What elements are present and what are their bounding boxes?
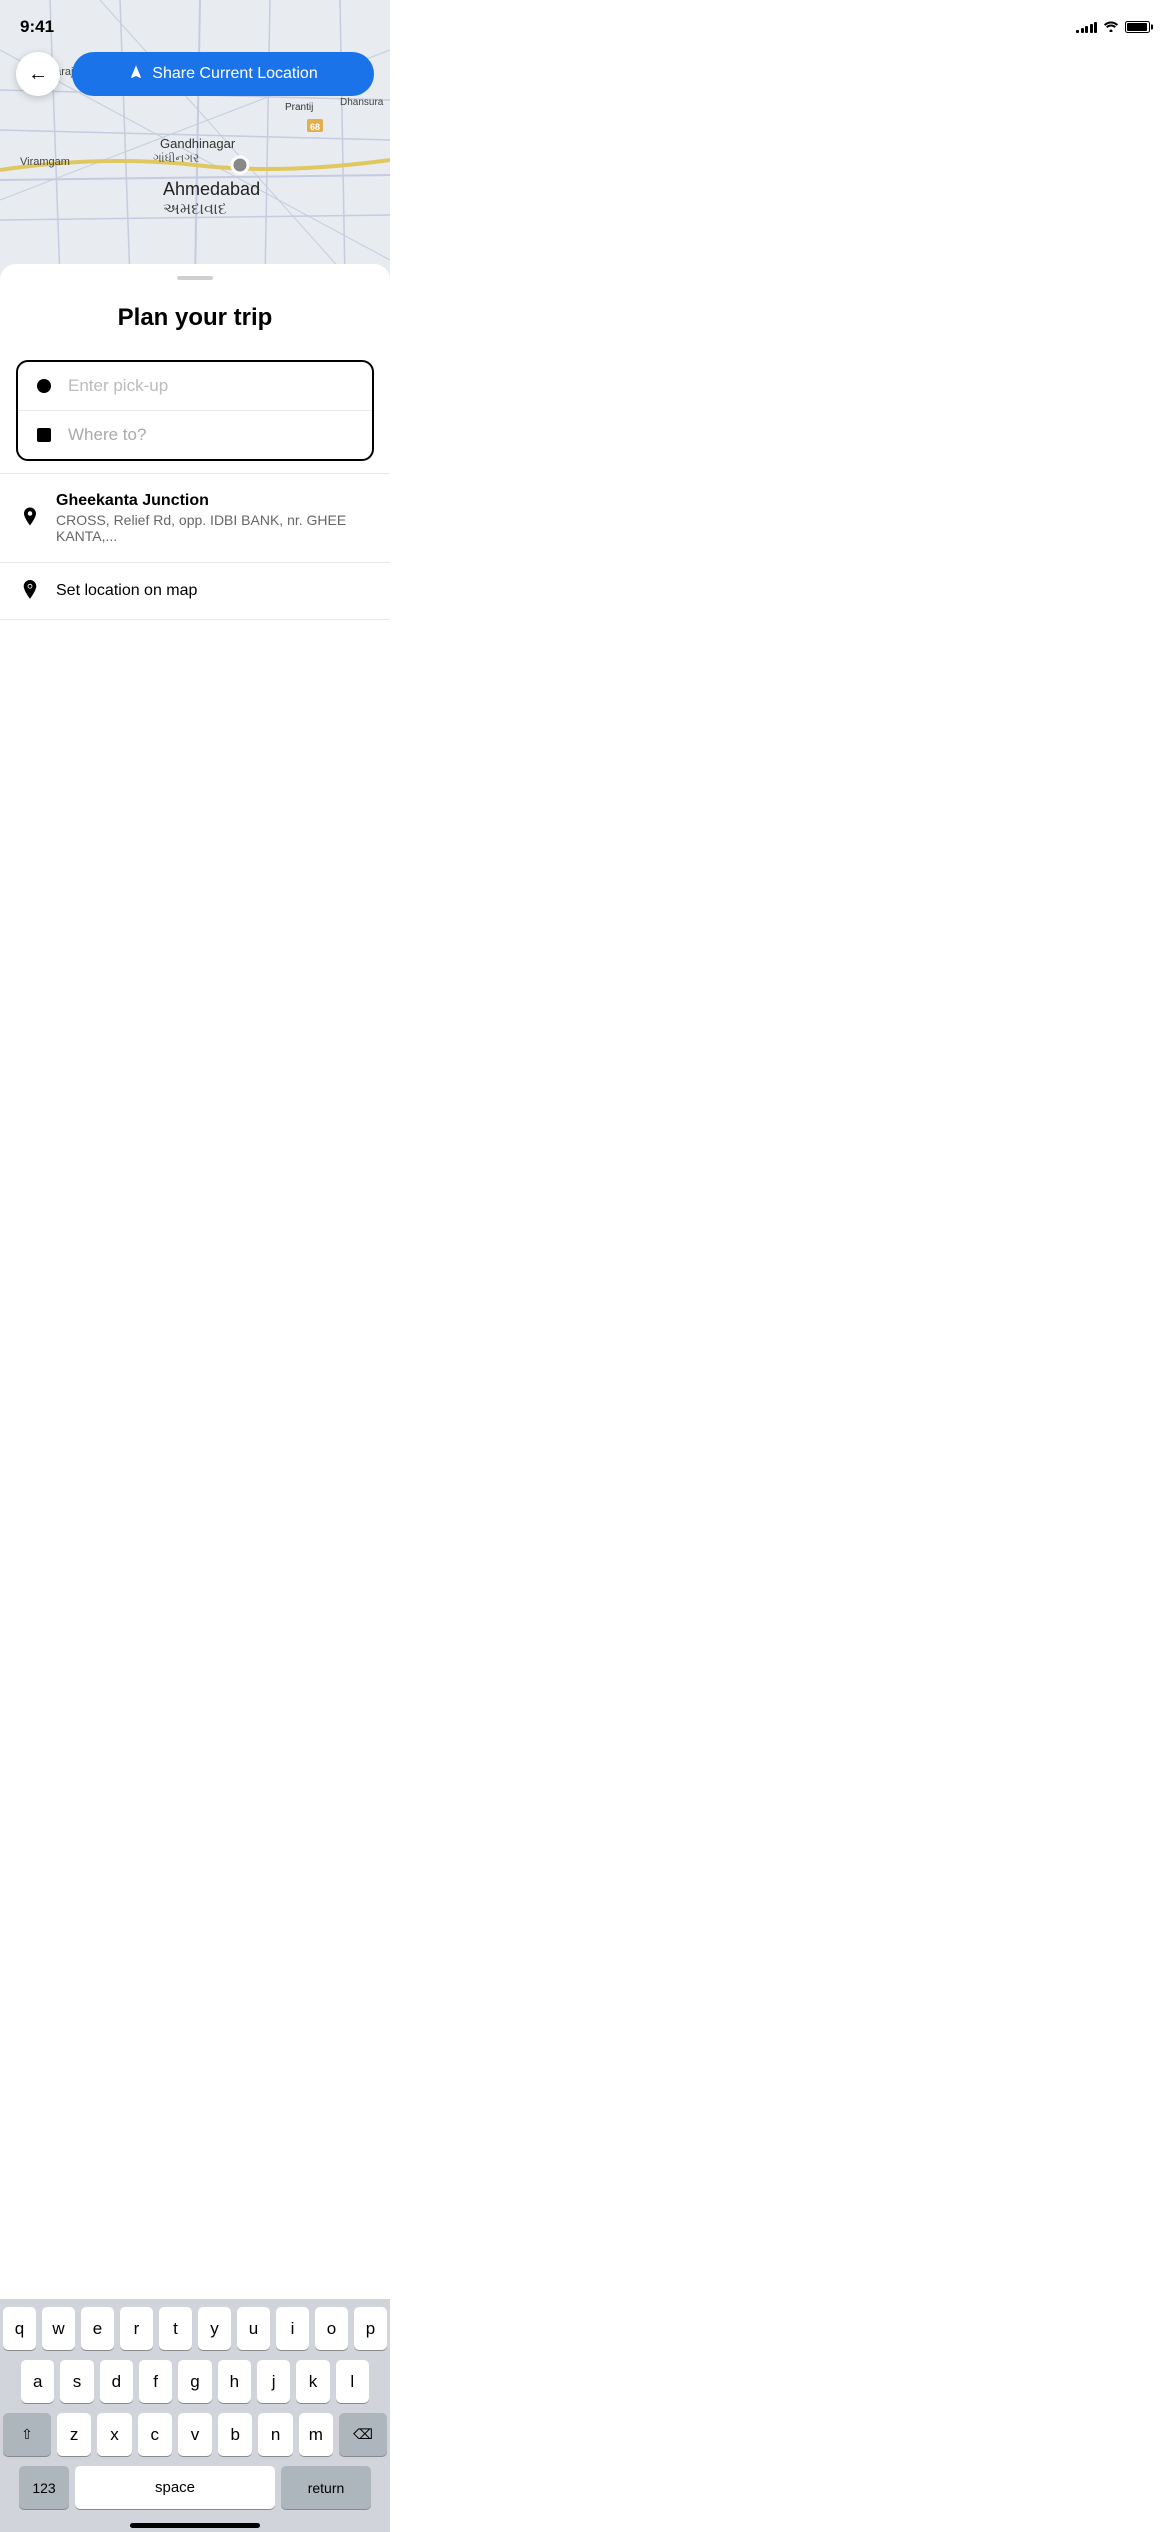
key-h[interactable]: h [218, 2360, 251, 2403]
svg-text:Prantij: Prantij [285, 102, 313, 113]
status-bar: 9:41 [0, 0, 1170, 44]
key-m[interactable]: m [299, 2413, 333, 2456]
keyboard-row-1: q w e r t y u i o p [3, 2307, 387, 2350]
suggestion-name: Gheekanta Junction [56, 492, 370, 510]
key-o[interactable]: o [315, 2307, 348, 2350]
set-location-icon [20, 581, 40, 601]
route-icon-bottom [34, 428, 54, 442]
back-arrow-icon: ← [28, 63, 48, 86]
share-location-label: Share Current Location [152, 65, 317, 83]
key-x[interactable]: x [97, 2413, 131, 2456]
sheet-title: Plan your trip [0, 304, 390, 332]
svg-text:Dhansura: Dhansura [340, 97, 384, 108]
shift-key[interactable]: ⇧ [3, 2413, 51, 2456]
numbers-key[interactable]: 123 [19, 2466, 69, 2509]
key-i[interactable]: i [276, 2307, 309, 2350]
svg-text:68: 68 [310, 122, 320, 132]
key-l[interactable]: l [336, 2360, 369, 2403]
home-indicator [130, 2523, 260, 2528]
pickup-row[interactable] [18, 362, 372, 411]
route-icon-top [34, 379, 54, 393]
svg-text:Ahmedabad: Ahmedabad [163, 179, 260, 199]
keyboard-row-3: ⇧ z x c v b n m ⌫ [3, 2413, 387, 2456]
location-pin-icon [20, 508, 40, 528]
set-location-label: Set location on map [56, 582, 197, 600]
svg-text:ગાંધીનગર: ગાંધીનગર [153, 151, 199, 165]
destination-placeholder: Where to? [68, 425, 356, 445]
signal-icon [1076, 21, 1097, 33]
key-n[interactable]: n [258, 2413, 292, 2456]
key-p[interactable]: p [354, 2307, 387, 2350]
key-d[interactable]: d [100, 2360, 133, 2403]
key-b[interactable]: b [218, 2413, 252, 2456]
suggestion-info: Gheekanta Junction CROSS, Relief Rd, opp… [56, 492, 370, 544]
pickup-input[interactable] [68, 376, 356, 396]
suggestion-item-gheekanta[interactable]: Gheekanta Junction CROSS, Relief Rd, opp… [0, 474, 390, 562]
svg-text:Gandhinagar: Gandhinagar [160, 136, 236, 151]
key-a[interactable]: a [21, 2360, 54, 2403]
svg-text:Viramgam: Viramgam [20, 156, 70, 168]
key-z[interactable]: z [57, 2413, 91, 2456]
status-icons [1076, 20, 1150, 35]
key-t[interactable]: t [159, 2307, 192, 2350]
key-q[interactable]: q [3, 2307, 36, 2350]
search-box: Where to? [16, 360, 374, 461]
keyboard: q w e r t y u i o p a s d f g h j k l ⇧ … [0, 2299, 390, 2532]
backspace-key[interactable]: ⌫ [339, 2413, 387, 2456]
battery-icon [1125, 21, 1150, 33]
key-g[interactable]: g [178, 2360, 211, 2403]
keyboard-row-4: 123 space return [3, 2466, 387, 2517]
key-w[interactable]: w [42, 2307, 75, 2350]
key-s[interactable]: s [60, 2360, 93, 2403]
navigation-icon [128, 64, 144, 85]
svg-text:અમદાવાદ: અમદાવાદ [163, 201, 227, 218]
suggestion-address: CROSS, Relief Rd, opp. IDBI BANK, nr. GH… [56, 512, 370, 544]
status-time: 9:41 [20, 17, 54, 37]
keyboard-row-2: a s d f g h j k l [3, 2360, 387, 2403]
key-e[interactable]: e [81, 2307, 114, 2350]
return-key[interactable]: return [281, 2466, 371, 2509]
key-v[interactable]: v [178, 2413, 212, 2456]
key-j[interactable]: j [257, 2360, 290, 2403]
key-c[interactable]: c [138, 2413, 172, 2456]
set-location-item[interactable]: Set location on map [0, 563, 390, 619]
key-k[interactable]: k [296, 2360, 329, 2403]
key-f[interactable]: f [139, 2360, 172, 2403]
back-button[interactable]: ← [16, 52, 60, 96]
drag-handle[interactable] [177, 276, 213, 280]
key-y[interactable]: y [198, 2307, 231, 2350]
divider-3 [0, 619, 390, 620]
share-location-button[interactable]: Share Current Location [72, 52, 374, 96]
destination-row[interactable]: Where to? [18, 411, 372, 459]
space-key[interactable]: space [75, 2466, 275, 2509]
key-r[interactable]: r [120, 2307, 153, 2350]
bottom-sheet: Plan your trip Where to? Gheekanta Junct… [0, 264, 390, 828]
key-u[interactable]: u [237, 2307, 270, 2350]
wifi-icon [1103, 20, 1119, 35]
